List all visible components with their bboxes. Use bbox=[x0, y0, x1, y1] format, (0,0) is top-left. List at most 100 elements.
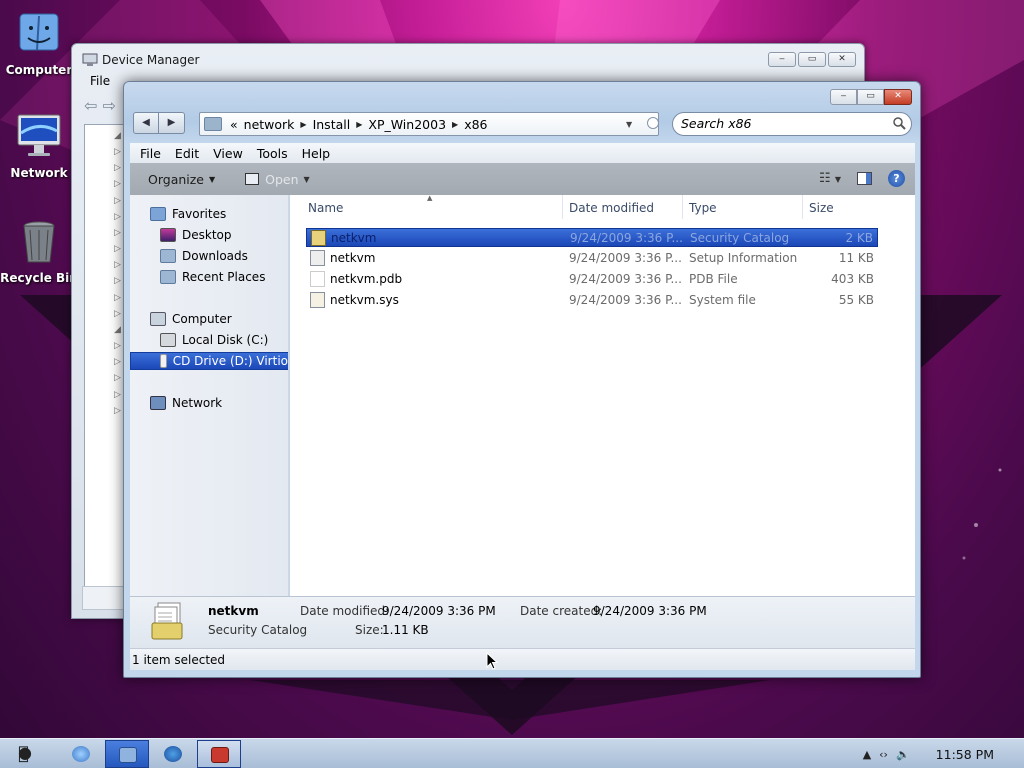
close-button[interactable]: ✕ bbox=[828, 52, 856, 67]
menu-item-view[interactable]: View bbox=[213, 146, 243, 161]
file-name: netkvm bbox=[331, 231, 377, 245]
breadcrumb-network[interactable]: network bbox=[244, 117, 295, 132]
setup-information-icon bbox=[310, 250, 325, 266]
nav-label: Network bbox=[172, 396, 223, 410]
file-type: Setup Information bbox=[689, 251, 798, 265]
file-row[interactable]: netkvm 9/24/2009 3:36 P... Setup Informa… bbox=[306, 249, 878, 268]
nav-network[interactable]: Network bbox=[150, 394, 222, 412]
security-catalog-icon bbox=[311, 230, 326, 246]
maximize-button[interactable]: ▭ bbox=[857, 89, 884, 105]
taskbar-device-manager-button[interactable] bbox=[197, 740, 241, 768]
hard-drive-icon bbox=[160, 333, 176, 347]
minimize-button[interactable]: ‒ bbox=[768, 52, 796, 67]
desktop-icon-computer[interactable]: Computer bbox=[0, 10, 78, 77]
column-divider[interactable] bbox=[802, 195, 803, 219]
system-file-icon bbox=[310, 292, 325, 308]
file-row[interactable]: netkvm 9/24/2009 3:36 P... Security Cata… bbox=[306, 228, 878, 247]
forward-button[interactable]: ▶ bbox=[159, 112, 185, 134]
refresh-icon[interactable] bbox=[647, 117, 659, 129]
back-button[interactable]: ◀ bbox=[133, 112, 159, 134]
network-icon bbox=[150, 396, 166, 410]
nav-label: Downloads bbox=[182, 249, 248, 263]
menu-item-file[interactable]: File bbox=[140, 146, 161, 161]
chevron-right-icon[interactable]: ▶ bbox=[356, 120, 362, 129]
tree-expanders[interactable]: ◢ ▷ ▷ ▷ ▷ ▷ ▷ ▷ ▷ ▷ ▷ ▷ ◢ ▷ ▷ ▷ ▷ ▷ bbox=[114, 128, 121, 419]
details-pane: netkvm Security Catalog Date modified: 9… bbox=[130, 596, 915, 648]
window-controls: ‒ ▭ ✕ bbox=[830, 89, 912, 105]
breadcrumb-x86[interactable]: x86 bbox=[464, 117, 487, 132]
chevron-down-icon[interactable]: ▼ bbox=[626, 120, 632, 129]
column-header-type[interactable]: Type bbox=[689, 201, 717, 215]
menu-item-file[interactable]: File bbox=[90, 74, 110, 88]
status-bar: 1 item selected bbox=[130, 648, 915, 670]
chevron-right-icon[interactable]: ▶ bbox=[452, 120, 458, 129]
file-row[interactable]: netkvm.pdb 9/24/2009 3:36 P... PDB File … bbox=[306, 270, 878, 289]
close-button[interactable]: ✕ bbox=[884, 89, 912, 105]
file-row[interactable]: netkvm.sys 9/24/2009 3:36 P... System fi… bbox=[306, 291, 878, 310]
taskbar-search-button[interactable] bbox=[151, 740, 195, 768]
nav-computer[interactable]: Computer bbox=[150, 310, 232, 328]
nav-label: CD Drive (D:) Virtio bbox=[172, 354, 288, 368]
column-divider[interactable] bbox=[562, 195, 563, 219]
nav-label: Computer bbox=[172, 312, 232, 326]
preview-pane-icon[interactable] bbox=[857, 172, 872, 185]
command-bar: Organize ▼ Open ▼ ☷ ▼ ? bbox=[130, 163, 915, 195]
finder-icon bbox=[19, 13, 59, 51]
file-type: Security Catalog bbox=[690, 231, 790, 245]
file-name: netkvm.sys bbox=[330, 293, 399, 307]
file-date: 9/24/2009 3:36 P... bbox=[570, 231, 683, 245]
search-input[interactable]: Search x86 bbox=[672, 112, 912, 136]
search-icon[interactable] bbox=[893, 117, 906, 130]
open-label: Open bbox=[265, 171, 299, 187]
desktop-icon-network[interactable]: Network bbox=[0, 113, 78, 180]
history-nav: ◀ ▶ bbox=[133, 112, 185, 134]
navigation-pane[interactable]: Favorites Desktop Downloads Recent Place… bbox=[130, 195, 289, 596]
details-size: 1.11 KB bbox=[382, 623, 429, 637]
menu-item-tools[interactable]: Tools bbox=[257, 146, 288, 161]
organize-button[interactable]: Organize ▼ bbox=[148, 172, 215, 187]
folder-icon bbox=[119, 747, 137, 763]
column-divider[interactable] bbox=[682, 195, 683, 219]
column-header-date[interactable]: Date modified bbox=[569, 201, 654, 215]
details-date-modified-label: Date modified: bbox=[300, 604, 390, 618]
start-menu-icon[interactable]: ● bbox=[18, 743, 32, 762]
chevron-up-icon[interactable]: ▲ bbox=[863, 748, 871, 761]
details-file-name: netkvm bbox=[208, 604, 259, 618]
breadcrumb-install[interactable]: Install bbox=[313, 117, 351, 132]
open-button[interactable]: Open ▼ bbox=[245, 172, 310, 187]
network-status-icon[interactable]: ‹› bbox=[879, 748, 888, 761]
computer-icon bbox=[150, 312, 166, 326]
nav-local-disk[interactable]: Local Disk (C:) bbox=[160, 331, 268, 349]
desktop-icon-label: Computer bbox=[5, 63, 73, 77]
breadcrumb-overflow[interactable]: « bbox=[230, 117, 238, 132]
clock[interactable]: 11:58 PM bbox=[936, 747, 994, 762]
help-icon[interactable]: ? bbox=[888, 170, 905, 187]
column-header-size[interactable]: Size bbox=[809, 201, 834, 215]
taskbar-ie-button[interactable] bbox=[59, 740, 103, 768]
views-icon[interactable]: ☷ ▼ bbox=[819, 171, 841, 186]
file-list[interactable]: Name ▲ Date modified Type Size netkvm 9/… bbox=[290, 194, 915, 596]
nav-recent-places[interactable]: Recent Places bbox=[160, 268, 265, 286]
desktop-icon-recycle-bin[interactable]: Recycle Bin bbox=[0, 218, 78, 285]
minimize-button[interactable]: ‒ bbox=[830, 89, 857, 105]
file-name: netkvm.pdb bbox=[330, 272, 403, 286]
details-date-created-label: Date created: bbox=[520, 604, 603, 618]
nav-favorites[interactable]: Favorites bbox=[150, 205, 226, 223]
menu-item-edit[interactable]: Edit bbox=[175, 146, 199, 161]
menu-item-help[interactable]: Help bbox=[302, 146, 331, 161]
menu-bar: File Edit View Tools Help bbox=[130, 143, 915, 163]
nav-downloads[interactable]: Downloads bbox=[160, 247, 248, 265]
chevron-right-icon[interactable]: ▶ bbox=[300, 120, 306, 129]
column-header-name[interactable]: Name bbox=[308, 201, 343, 215]
back-forward-icon[interactable]: ⇦ ⇨ bbox=[84, 96, 116, 115]
volume-muted-icon[interactable]: 🔈 bbox=[896, 748, 910, 761]
maximize-button[interactable]: ▭ bbox=[798, 52, 826, 67]
nav-label: Favorites bbox=[172, 207, 227, 221]
nav-cd-drive[interactable]: CD Drive (D:) Virtio bbox=[130, 352, 288, 370]
breadcrumb-xp-win2003[interactable]: XP_Win2003 bbox=[368, 117, 446, 132]
file-size: 2 KB bbox=[845, 231, 873, 245]
explorer-window[interactable]: ‒ ▭ ✕ ◀ ▶ « network ▶ Install ▶ XP_Win20… bbox=[123, 81, 921, 678]
address-bar[interactable]: « network ▶ Install ▶ XP_Win2003 ▶ x86 bbox=[199, 112, 659, 136]
taskbar-explorer-button[interactable] bbox=[105, 740, 149, 768]
nav-desktop[interactable]: Desktop bbox=[160, 226, 232, 244]
